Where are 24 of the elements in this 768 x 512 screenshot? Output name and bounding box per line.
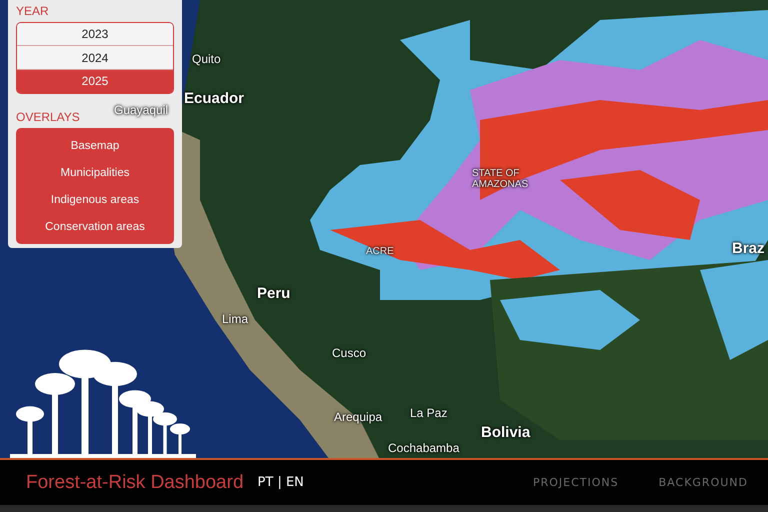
map-label: Quito [192, 52, 221, 66]
map-label: Cochabamba [388, 441, 460, 455]
section-heading: OVERLAYS [16, 110, 80, 124]
map-label: Ecuador [184, 90, 244, 107]
year-button[interactable]: 2024 [17, 46, 173, 70]
nav-link[interactable]: PROJECTIONS [532, 476, 619, 489]
overlay-button[interactable]: Municipalities [16, 159, 174, 186]
map-label: Braz [732, 240, 765, 257]
nav-link[interactable]: BACKGROUND [658, 476, 748, 489]
overlay-button[interactable]: Basemap [16, 132, 174, 159]
map-label: Cusco [332, 346, 366, 360]
map-label: Arequipa [334, 410, 382, 424]
year-button[interactable]: 2023 [17, 23, 173, 46]
map-label: Bolivia [481, 424, 530, 441]
map-label: Guayaquil [114, 103, 168, 117]
overlay-button[interactable]: Indigenous areas [16, 186, 174, 213]
year-button[interactable]: 2025 [17, 70, 173, 93]
map-label: Lima [222, 312, 248, 326]
overlay-button[interactable]: Conservation areas [16, 213, 174, 240]
section-heading: YEAR [16, 4, 49, 18]
map-label: Peru [257, 285, 290, 302]
dashboard-title: Forest-at-Risk Dashboard [26, 472, 244, 494]
language-links: PT | EN [258, 475, 304, 490]
map-label: La Paz [410, 406, 448, 420]
